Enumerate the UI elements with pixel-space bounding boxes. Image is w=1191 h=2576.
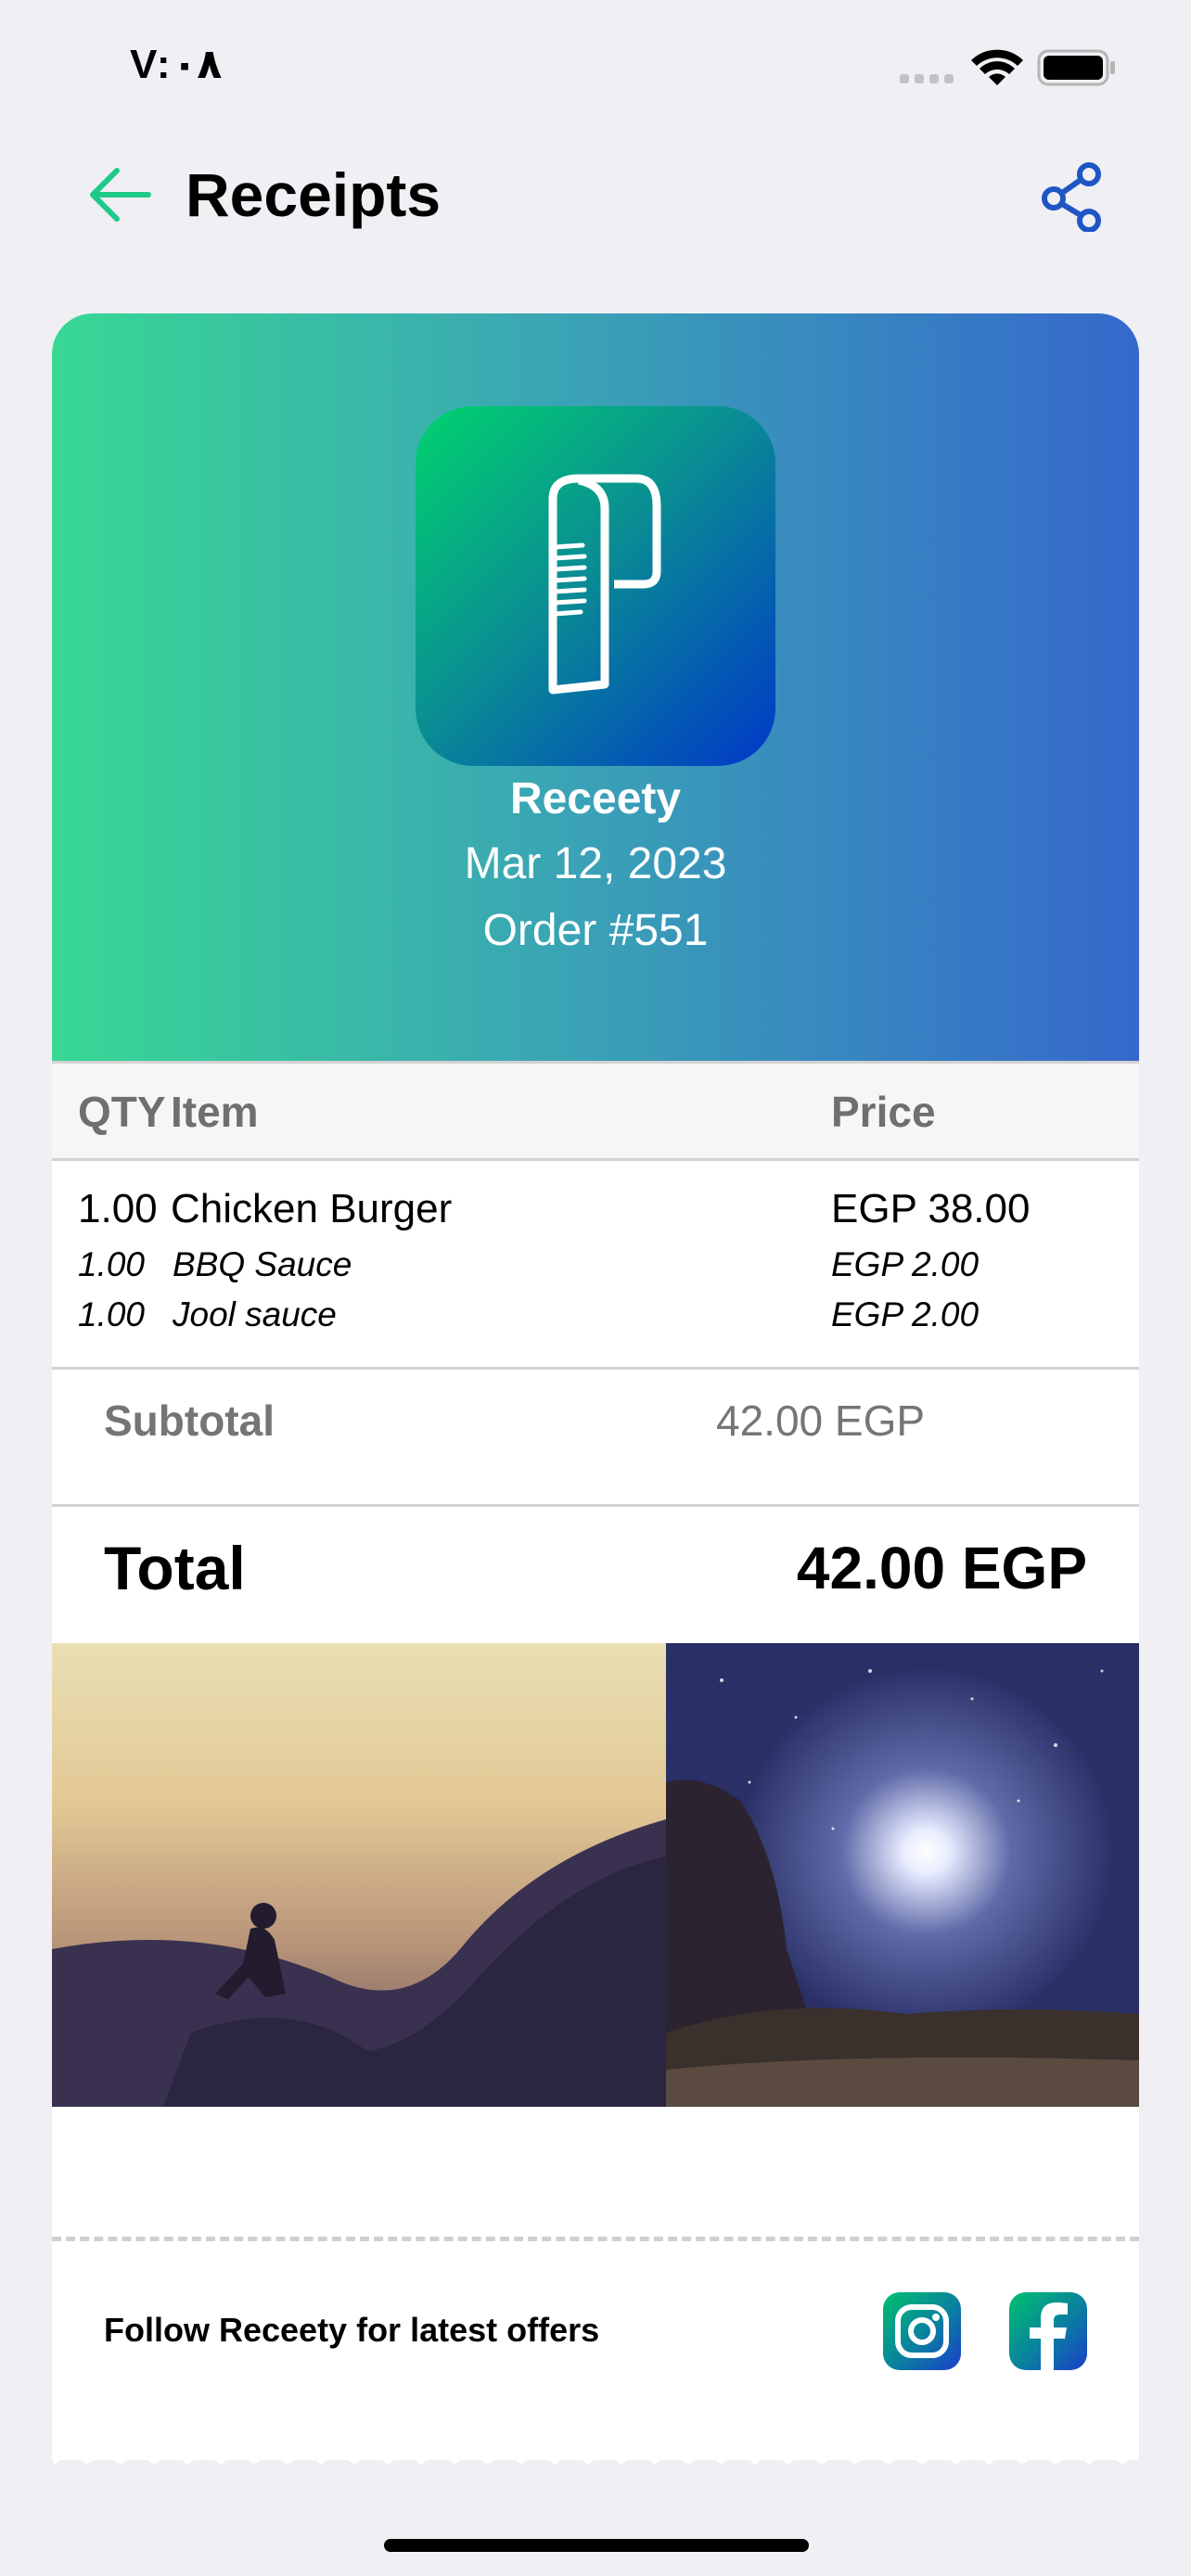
item-price: EGP 38.00 xyxy=(831,1186,1031,1231)
share-icon[interactable] xyxy=(1037,161,1108,232)
line-items: 1.00 Chicken Burger EGP 38.00 1.00 BBQ S… xyxy=(52,1161,1139,1369)
item-name: BBQ Sauce xyxy=(173,1245,352,1283)
item-qty: 1.00 xyxy=(78,1245,146,1283)
receipt-card: Receety Mar 12, 2023 Order #551 QTY Item… xyxy=(52,313,1139,2460)
home-indicator xyxy=(384,2539,809,2552)
receipt-hero: Receety Mar 12, 2023 Order #551 xyxy=(52,313,1139,1061)
follow-text: Follow Receety for latest offers xyxy=(104,2311,600,2349)
price-column-header: Price xyxy=(831,1088,936,1136)
promo-image-sunset[interactable] xyxy=(52,1643,666,2107)
page-title: Receipts xyxy=(186,160,442,229)
divider xyxy=(52,1504,1139,1507)
item-column-header: Item xyxy=(171,1088,259,1136)
facebook-icon[interactable] xyxy=(1009,2292,1087,2370)
item-name: Chicken Burger xyxy=(171,1186,453,1231)
order-number: Order #551 xyxy=(482,906,709,955)
battery-icon xyxy=(1037,49,1115,86)
merchant-name: Receety xyxy=(509,774,682,823)
total-label: Total xyxy=(104,1534,246,1602)
instagram-icon[interactable] xyxy=(883,2292,961,2370)
item-price: EGP 2.00 xyxy=(831,1295,980,1333)
promo-image-night-sky[interactable] xyxy=(666,1643,1139,2107)
subtotal-label: Subtotal xyxy=(104,1396,275,1445)
divider xyxy=(52,1367,1139,1370)
receipt-torn-edge xyxy=(52,2444,1139,2465)
item-price: EGP 2.00 xyxy=(831,1245,980,1283)
cellular-signal-icon xyxy=(900,74,954,83)
total-value: 42.00 EGP xyxy=(796,1535,1087,1601)
status-bar: V:٠٨ xyxy=(0,0,1191,130)
receipt-logo-icon xyxy=(416,406,775,766)
item-qty: 1.00 xyxy=(78,1295,146,1333)
arrow-left-icon[interactable] xyxy=(82,158,156,232)
wifi-icon xyxy=(971,49,1023,85)
subtotal-value: 42.00 EGP xyxy=(716,1396,926,1445)
status-time: V:٠٨ xyxy=(130,42,223,87)
item-qty: 1.00 xyxy=(78,1186,158,1231)
item-name: Jool sauce xyxy=(173,1295,337,1333)
tear-line xyxy=(52,2237,1139,2241)
qty-column-header: QTY xyxy=(78,1088,166,1136)
items-table-header: QTY Item Price xyxy=(52,1061,1139,1161)
order-date: Mar 12, 2023 xyxy=(464,839,727,888)
navigation-header: Receipts xyxy=(0,148,1191,241)
